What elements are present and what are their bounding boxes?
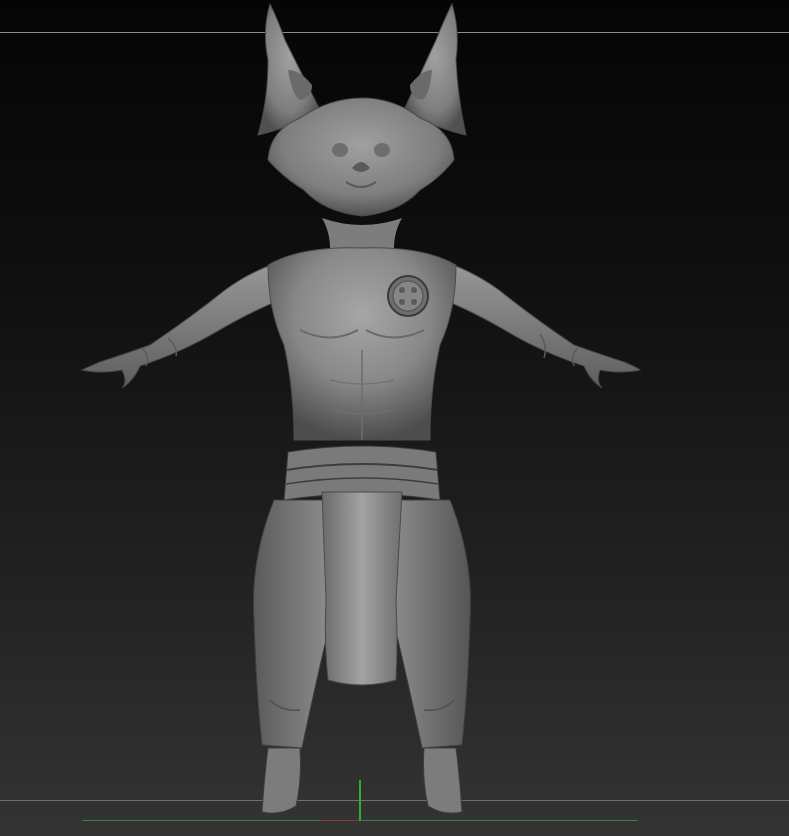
sculpt-viewport[interactable] — [0, 0, 789, 836]
left-boot — [261, 747, 301, 814]
floor-grid-y-axis — [359, 780, 361, 821]
neck — [322, 218, 402, 248]
chest-medallion — [387, 275, 429, 317]
right-arm — [431, 257, 641, 389]
torso — [267, 247, 457, 441]
front-loincloth — [321, 491, 403, 686]
floor-grid-origin-marker — [320, 820, 360, 821]
left-arm — [80, 257, 293, 389]
right-boot — [423, 747, 463, 814]
sculpted-character-model[interactable] — [0, 0, 789, 836]
